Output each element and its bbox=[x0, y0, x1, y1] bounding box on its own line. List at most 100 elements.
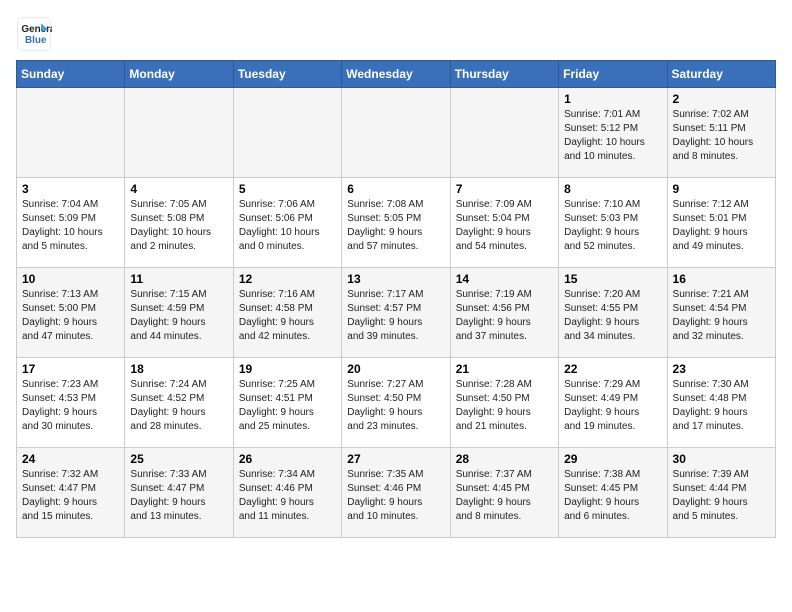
calendar-table: SundayMondayTuesdayWednesdayThursdayFrid… bbox=[16, 60, 776, 538]
weekday-header: Sunday bbox=[17, 61, 125, 88]
day-number: 4 bbox=[130, 182, 227, 196]
day-number: 1 bbox=[564, 92, 661, 106]
day-detail: Sunrise: 7:12 AM Sunset: 5:01 PM Dayligh… bbox=[673, 198, 770, 254]
logo-icon: General Blue bbox=[16, 16, 52, 52]
calendar-cell: 11Sunrise: 7:15 AM Sunset: 4:59 PM Dayli… bbox=[125, 268, 233, 358]
logo: General Blue bbox=[16, 16, 52, 52]
calendar-week-row: 3 Sunrise: 7:04 AM Sunset: 5:09 PM Daylig… bbox=[17, 178, 776, 268]
day-detail: Sunrise: 7:39 AM Sunset: 4:44 PM Dayligh… bbox=[673, 468, 770, 524]
day-number: 23 bbox=[673, 362, 770, 376]
day-detail: Sunrise: 7:24 AM Sunset: 4:52 PM Dayligh… bbox=[130, 378, 227, 434]
day-number: 22 bbox=[564, 362, 661, 376]
calendar-cell: 3 Sunrise: 7:04 AM Sunset: 5:09 PM Daylig… bbox=[17, 178, 125, 268]
day-detail: Sunrise: 7:33 AM Sunset: 4:47 PM Dayligh… bbox=[130, 468, 227, 524]
calendar-cell: 26 Sunrise: 7:34 AM Sunset: 4:46 PM Dayli… bbox=[233, 448, 341, 538]
day-number: 26 bbox=[239, 452, 336, 466]
weekday-header: Friday bbox=[559, 61, 667, 88]
calendar-cell: 4 Sunrise: 7:05 AM Sunset: 5:08 PM Daylig… bbox=[125, 178, 233, 268]
day-detail: Sunrise: 7:17 AM Sunset: 4:57 PM Dayligh… bbox=[347, 288, 444, 344]
calendar-cell: 7 Sunrise: 7:09 AM Sunset: 5:04 PM Daylig… bbox=[450, 178, 558, 268]
calendar-week-row: 1 Sunrise: 7:01 AM Sunset: 5:12 PM Daylig… bbox=[17, 88, 776, 178]
day-number: 15 bbox=[564, 272, 661, 286]
day-detail: Sunrise: 7:34 AM Sunset: 4:46 PM Dayligh… bbox=[239, 468, 336, 524]
calendar-cell: 8 Sunrise: 7:10 AM Sunset: 5:03 PM Daylig… bbox=[559, 178, 667, 268]
calendar-cell: 1 Sunrise: 7:01 AM Sunset: 5:12 PM Daylig… bbox=[559, 88, 667, 178]
day-detail: Sunrise: 7:05 AM Sunset: 5:08 PM Dayligh… bbox=[130, 198, 227, 254]
calendar-cell: 28 Sunrise: 7:37 AM Sunset: 4:45 PM Dayli… bbox=[450, 448, 558, 538]
day-number: 24 bbox=[22, 452, 119, 466]
calendar-cell: 2Sunrise: 7:02 AM Sunset: 5:11 PM Daylig… bbox=[667, 88, 775, 178]
calendar-cell: 16 Sunrise: 7:21 AM Sunset: 4:54 PM Dayli… bbox=[667, 268, 775, 358]
calendar-cell: 27Sunrise: 7:35 AM Sunset: 4:46 PM Dayli… bbox=[342, 448, 450, 538]
day-number: 17 bbox=[22, 362, 119, 376]
day-detail: Sunrise: 7:28 AM Sunset: 4:50 PM Dayligh… bbox=[456, 378, 553, 434]
day-number: 7 bbox=[456, 182, 553, 196]
day-number: 8 bbox=[564, 182, 661, 196]
calendar-cell: 23 Sunrise: 7:30 AM Sunset: 4:48 PM Dayli… bbox=[667, 358, 775, 448]
day-detail: Sunrise: 7:23 AM Sunset: 4:53 PM Dayligh… bbox=[22, 378, 119, 434]
day-number: 30 bbox=[673, 452, 770, 466]
weekday-header: Monday bbox=[125, 61, 233, 88]
calendar-cell bbox=[342, 88, 450, 178]
calendar-cell bbox=[233, 88, 341, 178]
day-number: 9 bbox=[673, 182, 770, 196]
calendar-cell: 20Sunrise: 7:27 AM Sunset: 4:50 PM Dayli… bbox=[342, 358, 450, 448]
day-detail: Sunrise: 7:29 AM Sunset: 4:49 PM Dayligh… bbox=[564, 378, 661, 434]
day-detail: Sunrise: 7:30 AM Sunset: 4:48 PM Dayligh… bbox=[673, 378, 770, 434]
day-number: 16 bbox=[673, 272, 770, 286]
day-detail: Sunrise: 7:04 AM Sunset: 5:09 PM Dayligh… bbox=[22, 198, 119, 254]
calendar-cell: 15 Sunrise: 7:20 AM Sunset: 4:55 PM Dayli… bbox=[559, 268, 667, 358]
day-number: 29 bbox=[564, 452, 661, 466]
calendar-cell: 30 Sunrise: 7:39 AM Sunset: 4:44 PM Dayli… bbox=[667, 448, 775, 538]
day-detail: Sunrise: 7:37 AM Sunset: 4:45 PM Dayligh… bbox=[456, 468, 553, 524]
day-detail: Sunrise: 7:06 AM Sunset: 5:06 PM Dayligh… bbox=[239, 198, 336, 254]
day-detail: Sunrise: 7:10 AM Sunset: 5:03 PM Dayligh… bbox=[564, 198, 661, 254]
calendar-cell: 25 Sunrise: 7:33 AM Sunset: 4:47 PM Dayli… bbox=[125, 448, 233, 538]
calendar-cell: 24 Sunrise: 7:32 AM Sunset: 4:47 PM Dayli… bbox=[17, 448, 125, 538]
calendar-cell: 21 Sunrise: 7:28 AM Sunset: 4:50 PM Dayli… bbox=[450, 358, 558, 448]
day-detail: Sunrise: 7:20 AM Sunset: 4:55 PM Dayligh… bbox=[564, 288, 661, 344]
calendar-cell: 13Sunrise: 7:17 AM Sunset: 4:57 PM Dayli… bbox=[342, 268, 450, 358]
day-detail: Sunrise: 7:09 AM Sunset: 5:04 PM Dayligh… bbox=[456, 198, 553, 254]
day-number: 21 bbox=[456, 362, 553, 376]
day-number: 6 bbox=[347, 182, 444, 196]
calendar-cell: 6 Sunrise: 7:08 AM Sunset: 5:05 PM Daylig… bbox=[342, 178, 450, 268]
day-detail: Sunrise: 7:19 AM Sunset: 4:56 PM Dayligh… bbox=[456, 288, 553, 344]
calendar-cell bbox=[450, 88, 558, 178]
svg-text:Blue: Blue bbox=[25, 35, 47, 46]
day-detail: Sunrise: 7:21 AM Sunset: 4:54 PM Dayligh… bbox=[673, 288, 770, 344]
day-detail: Sunrise: 7:08 AM Sunset: 5:05 PM Dayligh… bbox=[347, 198, 444, 254]
day-number: 3 bbox=[22, 182, 119, 196]
calendar-week-row: 24 Sunrise: 7:32 AM Sunset: 4:47 PM Dayli… bbox=[17, 448, 776, 538]
day-number: 25 bbox=[130, 452, 227, 466]
calendar-cell bbox=[17, 88, 125, 178]
day-detail: Sunrise: 7:32 AM Sunset: 4:47 PM Dayligh… bbox=[22, 468, 119, 524]
calendar-cell: 29Sunrise: 7:38 AM Sunset: 4:45 PM Dayli… bbox=[559, 448, 667, 538]
day-detail: Sunrise: 7:01 AM Sunset: 5:12 PM Dayligh… bbox=[564, 108, 661, 164]
day-detail: Sunrise: 7:13 AM Sunset: 5:00 PM Dayligh… bbox=[22, 288, 119, 344]
calendar-cell: 22 Sunrise: 7:29 AM Sunset: 4:49 PM Dayli… bbox=[559, 358, 667, 448]
day-detail: Sunrise: 7:27 AM Sunset: 4:50 PM Dayligh… bbox=[347, 378, 444, 434]
day-number: 14 bbox=[456, 272, 553, 286]
calendar-cell: 5Sunrise: 7:06 AM Sunset: 5:06 PM Daylig… bbox=[233, 178, 341, 268]
day-detail: Sunrise: 7:16 AM Sunset: 4:58 PM Dayligh… bbox=[239, 288, 336, 344]
calendar-cell: 19 Sunrise: 7:25 AM Sunset: 4:51 PM Dayli… bbox=[233, 358, 341, 448]
day-detail: Sunrise: 7:15 AM Sunset: 4:59 PM Dayligh… bbox=[130, 288, 227, 344]
calendar-cell: 17 Sunrise: 7:23 AM Sunset: 4:53 PM Dayli… bbox=[17, 358, 125, 448]
day-number: 18 bbox=[130, 362, 227, 376]
day-detail: Sunrise: 7:25 AM Sunset: 4:51 PM Dayligh… bbox=[239, 378, 336, 434]
weekday-header: Saturday bbox=[667, 61, 775, 88]
calendar-cell bbox=[125, 88, 233, 178]
calendar-cell: 9 Sunrise: 7:12 AM Sunset: 5:01 PM Daylig… bbox=[667, 178, 775, 268]
calendar-week-row: 10 Sunrise: 7:13 AM Sunset: 5:00 PM Dayli… bbox=[17, 268, 776, 358]
calendar-week-row: 17 Sunrise: 7:23 AM Sunset: 4:53 PM Dayli… bbox=[17, 358, 776, 448]
calendar-cell: 14 Sunrise: 7:19 AM Sunset: 4:56 PM Dayli… bbox=[450, 268, 558, 358]
calendar-cell: 18 Sunrise: 7:24 AM Sunset: 4:52 PM Dayli… bbox=[125, 358, 233, 448]
day-number: 10 bbox=[22, 272, 119, 286]
day-number: 28 bbox=[456, 452, 553, 466]
weekday-header: Tuesday bbox=[233, 61, 341, 88]
day-detail: Sunrise: 7:35 AM Sunset: 4:46 PM Dayligh… bbox=[347, 468, 444, 524]
weekday-header: Thursday bbox=[450, 61, 558, 88]
day-number: 19 bbox=[239, 362, 336, 376]
calendar-cell: 12Sunrise: 7:16 AM Sunset: 4:58 PM Dayli… bbox=[233, 268, 341, 358]
